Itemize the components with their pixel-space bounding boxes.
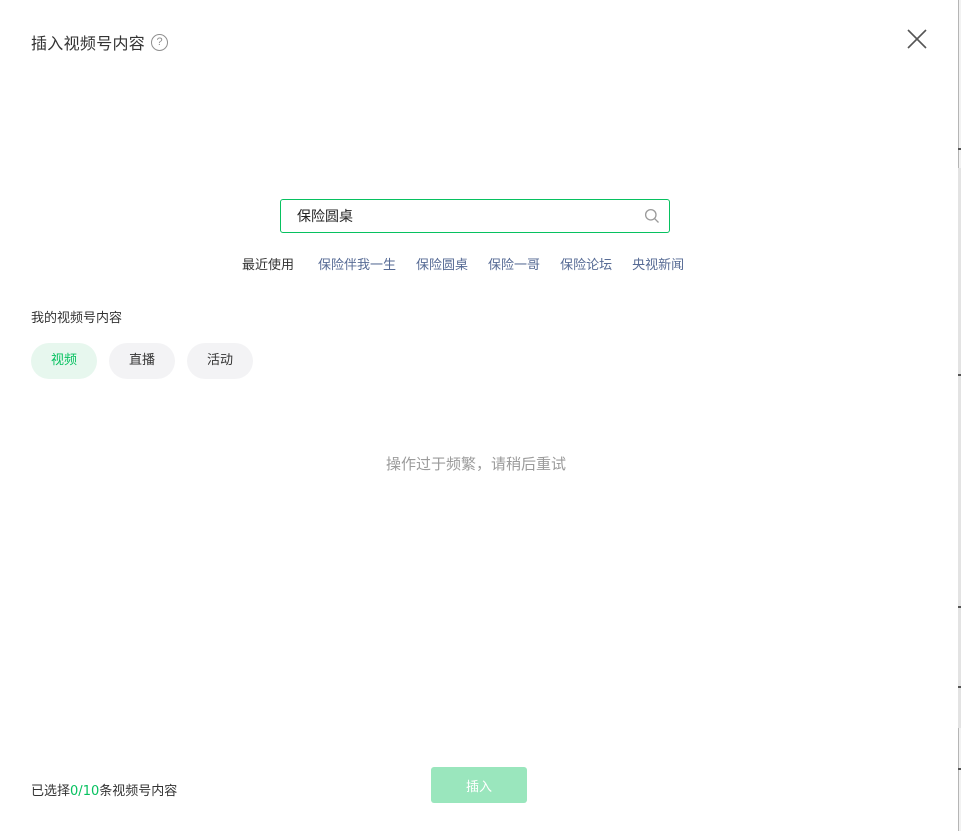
tab-event[interactable]: 活动 <box>187 343 254 379</box>
max-count: 10 <box>82 784 100 799</box>
recent-item[interactable]: 保险一哥 <box>488 254 540 273</box>
recent-item[interactable]: 保险圆桌 <box>416 254 468 273</box>
selection-prefix: 已选择 <box>31 784 71 799</box>
close-button[interactable] <box>906 28 928 50</box>
recent-label: 最近使用 <box>242 257 295 273</box>
tab-video[interactable]: 视频 <box>31 343 98 379</box>
section-title: 我的视频号内容 <box>31 311 123 326</box>
tab-live[interactable]: 直播 <box>109 343 176 379</box>
insert-channels-dialog: 插入视频号内容 ? 最近使用 保险伴我一生 保险圆桌 保险一哥 保险论坛 央视新… <box>0 0 958 831</box>
dialog-title: 插入视频号内容 <box>31 34 146 53</box>
close-icon <box>907 29 927 49</box>
content-tabs: 视频 直播 活动 <box>31 343 265 379</box>
selection-count: 已选择0/10条视频号内容 <box>31 780 177 799</box>
recent-item[interactable]: 保险论坛 <box>560 254 612 273</box>
insert-button[interactable]: 插入 <box>431 767 527 803</box>
recent-item[interactable]: 保险伴我一生 <box>318 254 396 273</box>
search-icon[interactable] <box>644 208 660 224</box>
recent-searches: 最近使用 保险伴我一生 保险圆桌 保险一哥 保险论坛 央视新闻 <box>242 253 684 273</box>
search-box <box>280 199 670 233</box>
empty-state-message: 操作过于频繁，请稍后重试 <box>385 455 566 473</box>
selection-suffix: 条视频号内容 <box>99 784 178 799</box>
recent-item[interactable]: 央视新闻 <box>632 254 684 273</box>
help-icon[interactable]: ? <box>151 33 169 51</box>
dialog-header: 插入视频号内容 ? <box>31 30 169 54</box>
search-input[interactable] <box>281 200 637 232</box>
